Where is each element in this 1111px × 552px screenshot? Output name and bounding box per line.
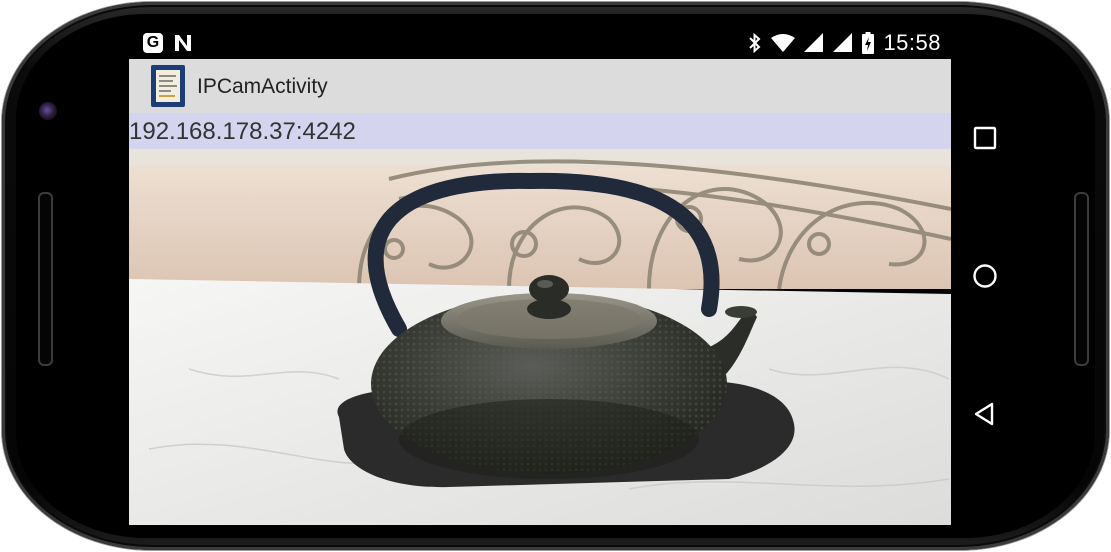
left-side-button [38,192,53,366]
signal-icon-2 [833,33,853,52]
app-notepad-icon [151,65,185,107]
recents-square-icon[interactable] [972,125,998,151]
ip-address-text: 192.168.178.37:4242 [129,118,356,145]
front-camera-icon [39,102,57,120]
home-circle-icon[interactable] [972,263,998,289]
lid-knob [529,275,569,303]
device-screen: G 15:58 IPCamActivity 192.168.178.37:424… [129,27,951,525]
wifi-icon [771,34,796,52]
status-bar: G 15:58 [129,27,951,59]
app-title: IPCamActivity [197,75,328,98]
navigation-bar [951,27,1019,525]
clock-time: 15:58 [883,30,941,55]
bluetooth-icon [749,32,761,54]
signal-icon [804,33,824,52]
back-triangle-icon[interactable] [972,401,998,427]
battery-icon [862,32,875,54]
ip-address-bar: 192.168.178.37:4242 [129,113,951,150]
app-action-bar: IPCamActivity [129,59,951,113]
right-side-button [1074,192,1089,366]
n-icon [175,35,191,51]
camera-feed-view[interactable] [129,149,951,525]
google-g-icon: G [143,33,163,53]
